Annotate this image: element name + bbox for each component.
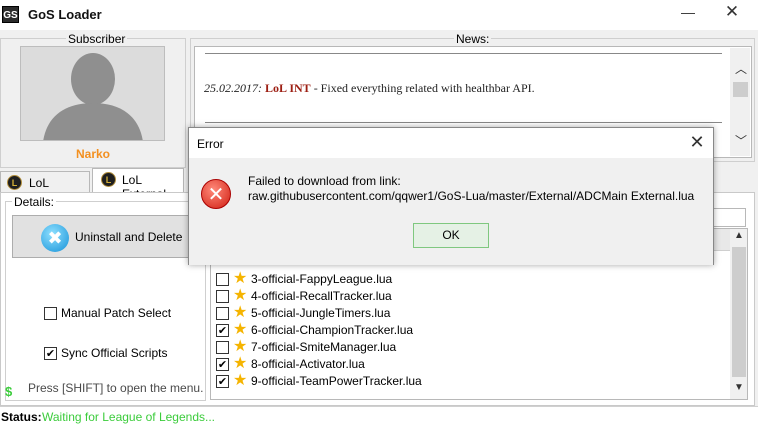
news-date: 25.02.2017: <box>204 81 262 95</box>
window-title: GoS Loader <box>28 7 102 22</box>
script-checkbox[interactable] <box>216 307 229 320</box>
manual-patch-label: Manual Patch Select <box>61 306 172 320</box>
status-bar: Status: Waiting for League of Legends... <box>0 406 758 427</box>
star-icon: ★ <box>233 287 248 304</box>
scroll-up-icon[interactable]: ︿ <box>733 60 749 76</box>
error-link: raw.githubusercontent.com/qqwer1/GoS-Lua… <box>248 189 695 203</box>
list-item[interactable]: ✔ ★ 6-official-ChampionTracker.lua <box>214 321 729 339</box>
error-message: Failed to download from link: <box>248 174 401 188</box>
dollar-icon: $ <box>5 384 13 399</box>
avatar <box>20 46 165 141</box>
news-scroll-thumb[interactable] <box>733 82 748 97</box>
error-dialog: Error ✕ ✕ Failed to download from link: … <box>188 127 714 265</box>
script-name: 9-official-TeamPowerTracker.lua <box>251 374 422 388</box>
tab-lol-external[interactable]: L LoL External <box>92 168 184 201</box>
manual-patch-checkbox[interactable] <box>44 307 57 320</box>
star-icon: ★ <box>233 338 248 355</box>
list-item[interactable]: ★ 3-official-FappyLeague.lua <box>214 270 729 288</box>
star-icon: ★ <box>233 321 248 338</box>
script-name: 4-official-RecallTracker.lua <box>251 289 392 303</box>
star-icon: ★ <box>233 304 248 321</box>
script-checkbox[interactable]: ✔ <box>216 358 229 371</box>
star-icon: ★ <box>233 270 248 287</box>
close-window-button[interactable]: ✕ <box>722 2 742 22</box>
error-close-button[interactable]: ✕ <box>687 132 707 152</box>
script-name: 8-official-Activator.lua <box>251 357 365 371</box>
uninstall-delete-button[interactable]: ✖ Uninstall and Delete <box>12 215 202 258</box>
news-item: 25.02.2017: LoL INT - Fixed everything r… <box>204 81 535 96</box>
star-icon: ★ <box>233 355 248 372</box>
details-label: Details: <box>12 195 57 209</box>
script-list-scroll-thumb[interactable] <box>732 247 746 377</box>
tab-lol-internal[interactable]: L LoL Internal <box>0 171 90 204</box>
ok-button[interactable]: OK <box>413 223 489 248</box>
news-message: - Fixed everything related with healthba… <box>310 81 535 95</box>
error-body: ✕ Failed to download from link: raw.gith… <box>189 158 713 265</box>
script-name: 7-official-SmiteManager.lua <box>251 340 397 354</box>
script-checkbox[interactable]: ✔ <box>216 375 229 388</box>
news-label: News: <box>454 32 492 46</box>
script-checkbox[interactable] <box>216 341 229 354</box>
uninstall-x-icon: ✖ <box>41 224 69 252</box>
status-label: Status: <box>1 410 42 424</box>
avatar-silhouette-icon <box>43 53 143 140</box>
star-icon: ★ <box>233 372 248 389</box>
error-icon: ✕ <box>201 179 231 209</box>
script-checkbox[interactable] <box>216 273 229 286</box>
script-name: 6-official-ChampionTracker.lua <box>251 323 414 337</box>
status-value: Waiting for League of Legends... <box>42 410 216 424</box>
script-checkbox[interactable]: ✔ <box>216 324 229 337</box>
uninstall-label: Uninstall and Delete <box>75 230 183 244</box>
list-item[interactable]: ★ 5-official-JungleTimers.lua <box>214 304 729 322</box>
minimize-button[interactable]: — <box>681 4 695 24</box>
error-title: Error <box>197 137 224 151</box>
script-checkbox[interactable] <box>216 290 229 303</box>
username: Narko <box>75 147 110 161</box>
script-name: 5-official-JungleTimers.lua <box>251 306 391 320</box>
script-name: 3-official-FappyLeague.lua <box>251 272 393 286</box>
list-item[interactable]: ✔ ★ 8-official-Activator.lua <box>214 355 729 373</box>
scroll-up-icon[interactable]: ▲ <box>732 230 746 246</box>
news-divider <box>205 53 722 54</box>
scroll-down-icon[interactable]: ﹀ <box>733 132 749 148</box>
sync-official-checkbox[interactable]: ✔ <box>44 347 57 360</box>
title-bar <box>0 0 758 30</box>
list-item[interactable]: ✔ ★ 9-official-TeamPowerTracker.lua <box>214 372 729 390</box>
subscriber-label: Subscriber <box>66 32 128 46</box>
error-title-bar: Error ✕ <box>189 128 713 158</box>
list-item[interactable]: ★ 7-official-SmiteManager.lua <box>214 338 729 356</box>
list-item[interactable]: ★ 4-official-RecallTracker.lua <box>214 287 729 305</box>
league-logo-icon: L <box>7 175 22 190</box>
shift-hint-text: Press [SHIFT] to open the menu. <box>28 381 204 395</box>
news-tag: LoL INT <box>265 81 311 95</box>
sync-official-label: Sync Official Scripts <box>61 346 168 360</box>
news-divider <box>205 122 722 123</box>
scroll-down-icon[interactable]: ▼ <box>732 382 746 398</box>
league-logo-icon: L <box>101 172 116 187</box>
app-logo-icon: GS <box>2 6 19 23</box>
